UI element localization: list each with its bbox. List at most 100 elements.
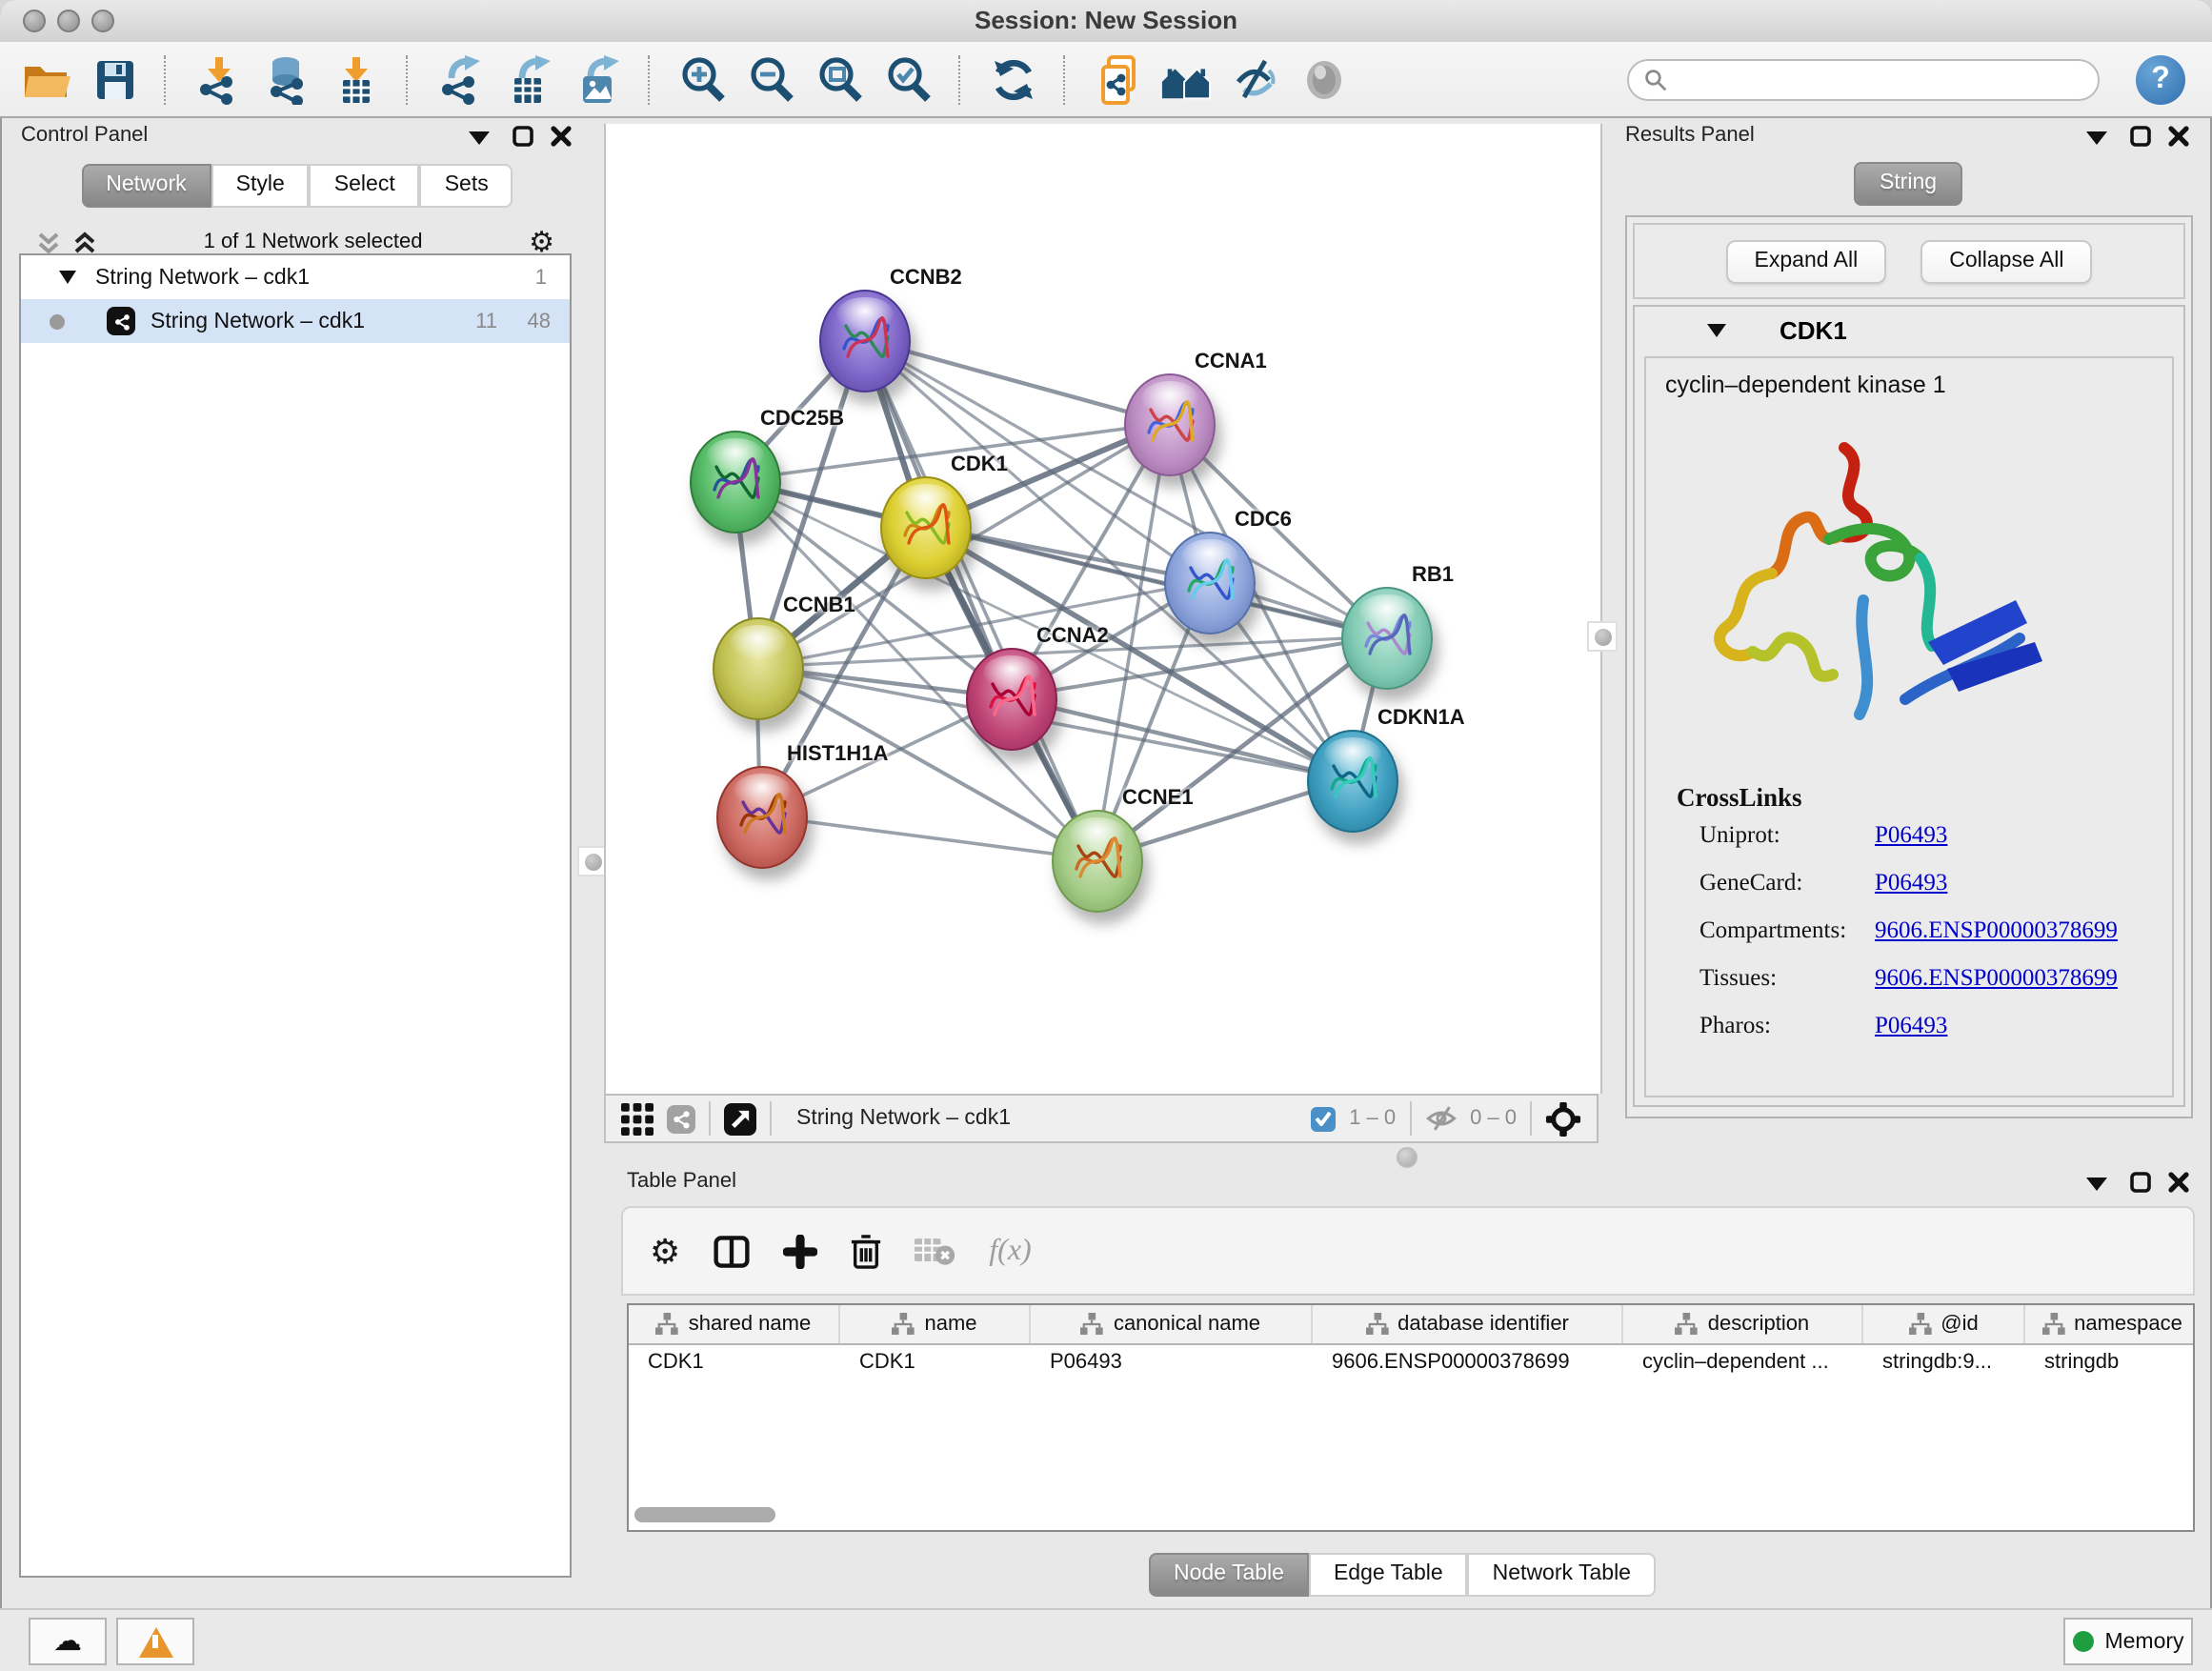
panel-close-icon[interactable] <box>2168 1172 2189 1193</box>
network-collection-row[interactable]: String Network – cdk1 1 <box>21 255 570 299</box>
panel-float-icon[interactable] <box>2130 126 2151 147</box>
node-structure-thumbnail <box>836 311 894 368</box>
export-network-icon[interactable] <box>434 53 486 105</box>
crosslink-link[interactable]: P06493 <box>1875 869 1947 897</box>
show-columns-icon[interactable] <box>713 1232 751 1270</box>
column-type-icon <box>1676 1313 1699 1336</box>
export-image-icon[interactable] <box>572 53 623 105</box>
tab-style[interactable]: Style <box>211 164 310 208</box>
table-cell[interactable]: CDK1 <box>629 1345 840 1385</box>
tab-sets[interactable]: Sets <box>420 164 513 208</box>
crosslink-link[interactable]: 9606.ENSP00000378699 <box>1875 964 2118 993</box>
open-session-icon[interactable] <box>19 53 70 105</box>
search-input[interactable] <box>1677 66 2082 92</box>
network-node-hist1h1a[interactable] <box>716 766 808 869</box>
zoom-fit-icon[interactable] <box>814 53 865 105</box>
table-options-gear-icon[interactable]: ⚙ <box>650 1234 680 1268</box>
save-session-icon[interactable] <box>88 53 139 105</box>
crosslink-link[interactable]: 9606.ENSP00000378699 <box>1875 916 2118 945</box>
delete-table-icon[interactable] <box>915 1235 956 1267</box>
column-header-canonical-name[interactable]: canonical name <box>1031 1305 1313 1343</box>
network-node-cdc6[interactable] <box>1164 532 1256 634</box>
network-node-cdk1[interactable] <box>880 476 972 579</box>
memory-button[interactable]: Memory <box>2063 1618 2193 1665</box>
network-edge[interactable] <box>760 815 1096 859</box>
tab-edge-table[interactable]: Edge Table <box>1309 1553 1468 1597</box>
node-entry-header[interactable]: CDK1 <box>1635 307 2183 352</box>
panel-close-icon[interactable] <box>551 126 572 147</box>
table-hscrollbar[interactable] <box>634 1507 775 1522</box>
table-cell[interactable]: stringdb:9... <box>1863 1345 2025 1385</box>
tab-select[interactable]: Select <box>310 164 420 208</box>
table-cell[interactable]: cyclin–dependent ... <box>1623 1345 1863 1385</box>
table-row[interactable]: CDK1CDK1P064939606.ENSP00000378699cyclin… <box>629 1345 2193 1385</box>
expand-all-button[interactable]: Expand All <box>1726 239 1887 283</box>
zoom-out-icon[interactable] <box>745 53 796 105</box>
footer-separator <box>1530 1101 1532 1136</box>
column-header-shared-name[interactable]: shared name <box>629 1305 840 1343</box>
cloud-status-button[interactable]: ☁ <box>29 1618 107 1665</box>
network-canvas[interactable]: CCNB2CCNA1CDC25BCDK1CDC6RB1CCNB1CCNA2CDK… <box>604 124 1602 1094</box>
network-node-rb1[interactable] <box>1341 587 1433 690</box>
network-row[interactable]: String Network – cdk1 11 48 <box>21 299 570 343</box>
toolbar-separator <box>406 54 410 104</box>
import-table-icon[interactable] <box>330 53 381 105</box>
network-options-gear-icon[interactable]: ⚙ <box>529 228 554 256</box>
tab-node-table[interactable]: Node Table <box>1149 1553 1309 1597</box>
network-view-type-icon[interactable] <box>667 1104 695 1133</box>
collapse-all-button[interactable]: Collapse All <box>1920 239 2092 283</box>
tab-string[interactable]: String <box>1855 162 1961 206</box>
table-cell[interactable]: CDK1 <box>840 1345 1031 1385</box>
column-header-name[interactable]: name <box>840 1305 1031 1343</box>
zoom-selected-icon[interactable] <box>882 53 934 105</box>
tab-network[interactable]: Network <box>81 164 211 208</box>
network-node-ccne1[interactable] <box>1052 810 1143 913</box>
network-node-ccna2[interactable] <box>966 648 1057 751</box>
bird-eye-view-icon[interactable] <box>1545 1100 1581 1137</box>
panel-menu-icon[interactable] <box>2086 1176 2107 1191</box>
refresh-icon[interactable] <box>987 53 1038 105</box>
collapse-all-tree-icon[interactable] <box>36 230 61 254</box>
table-cell[interactable]: stringdb <box>2025 1345 2195 1385</box>
export-table-icon[interactable] <box>503 53 554 105</box>
panel-float-icon[interactable] <box>513 126 533 147</box>
column-header-database-identifier[interactable]: database identifier <box>1313 1305 1623 1343</box>
add-column-icon[interactable] <box>783 1234 817 1268</box>
import-network-database-icon[interactable] <box>261 53 312 105</box>
crosslink-link[interactable]: P06493 <box>1875 1012 1947 1040</box>
panel-menu-icon[interactable] <box>469 130 490 145</box>
panel-close-icon[interactable] <box>2168 126 2189 147</box>
string-document-icon[interactable] <box>1092 53 1143 105</box>
delete-column-icon[interactable] <box>850 1232 882 1270</box>
network-node-cdc25b[interactable] <box>690 431 781 534</box>
search-field[interactable] <box>1627 58 2100 100</box>
hidden-eye-icon[interactable] <box>1424 1105 1457 1132</box>
tab-network-table[interactable]: Network Table <box>1468 1553 1656 1597</box>
zoom-in-icon[interactable] <box>676 53 728 105</box>
table-cell[interactable]: 9606.ENSP00000378699 <box>1313 1345 1623 1385</box>
detach-view-icon[interactable] <box>724 1102 756 1135</box>
table-cell[interactable]: P06493 <box>1031 1345 1313 1385</box>
network-node-ccnb1[interactable] <box>713 617 804 720</box>
help-icon[interactable]: ? <box>2136 54 2185 104</box>
warning-status-button[interactable] <box>116 1618 194 1665</box>
panel-float-icon[interactable] <box>2130 1172 2151 1193</box>
expand-all-tree-icon[interactable] <box>72 230 97 254</box>
node-entry-body: cyclin–dependent kinase 1 <box>1644 356 2174 1097</box>
column-header-label: description <box>1708 1313 1809 1336</box>
column-header-namespace[interactable]: namespace <box>2025 1305 2195 1343</box>
selected-checkbox[interactable] <box>1311 1106 1336 1131</box>
column-header--id[interactable]: @id <box>1863 1305 2025 1343</box>
import-network-file-icon[interactable] <box>192 53 244 105</box>
network-node-cdkn1a[interactable] <box>1307 730 1398 833</box>
panel-menu-icon[interactable] <box>2086 130 2107 145</box>
column-header-description[interactable]: description <box>1623 1305 1863 1343</box>
crosslink-link[interactable]: P06493 <box>1875 821 1947 850</box>
network-node-ccnb2[interactable] <box>819 290 911 393</box>
grid-view-icon[interactable] <box>621 1102 654 1135</box>
home-icon[interactable] <box>1160 53 1212 105</box>
function-builder-icon[interactable]: f(x) <box>989 1234 1031 1268</box>
network-node-ccna1[interactable] <box>1124 373 1216 476</box>
show-all-icon[interactable] <box>1297 53 1349 105</box>
hide-selected-icon[interactable] <box>1229 53 1280 105</box>
